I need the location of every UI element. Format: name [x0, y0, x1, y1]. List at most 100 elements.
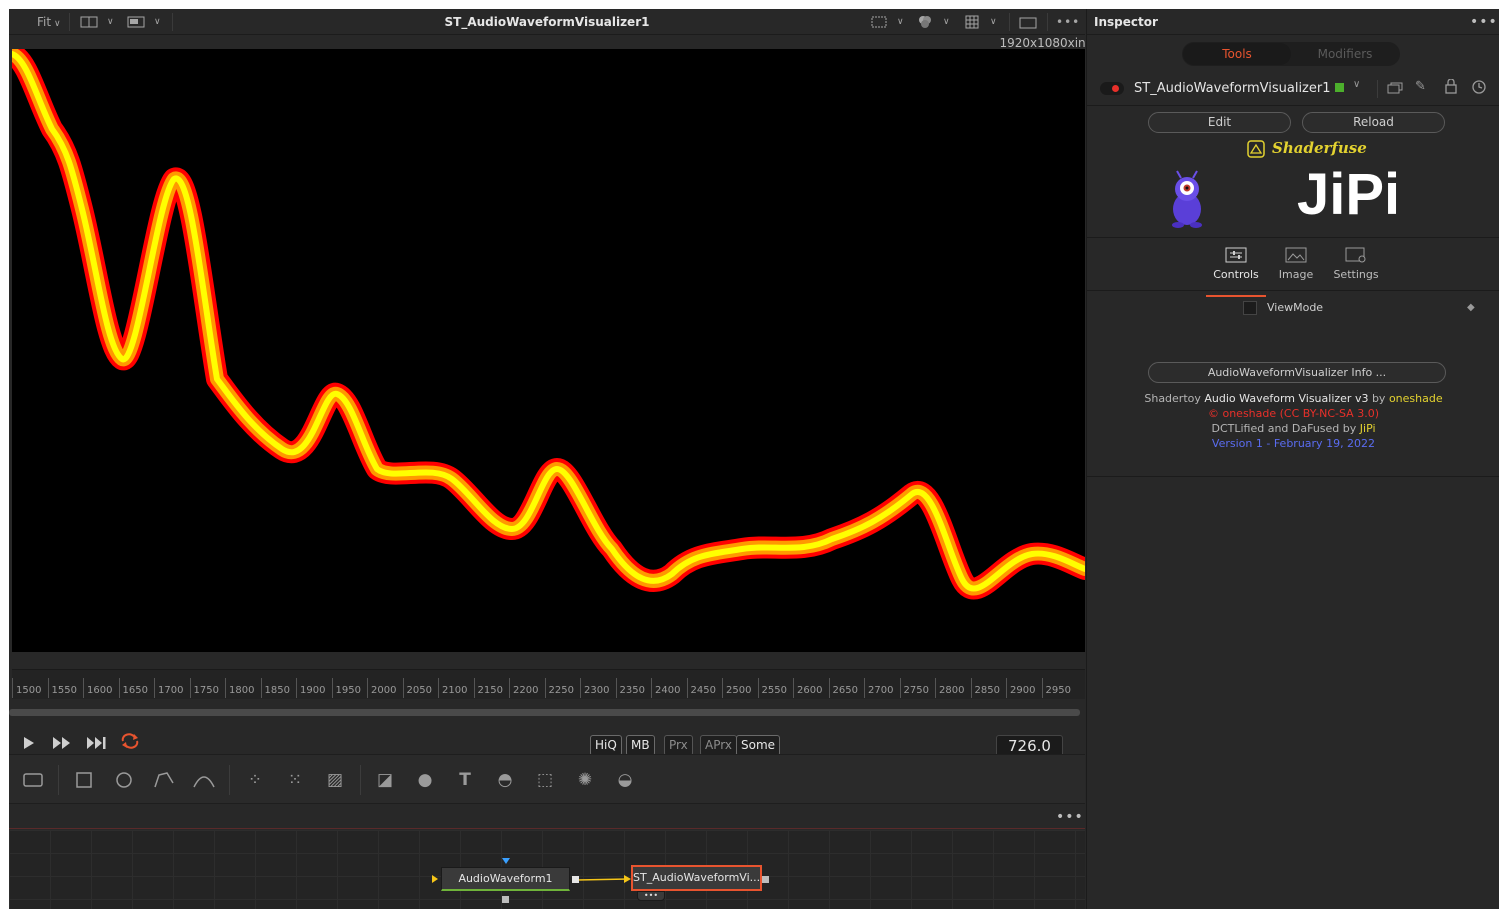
image-plane-3d-icon[interactable]: ◪: [371, 767, 399, 793]
mb-button[interactable]: MB: [626, 735, 655, 756]
node-audiowaveform1[interactable]: AudioWaveform1: [441, 867, 570, 891]
safe-frame-chevron-icon[interactable]: ∨: [897, 9, 904, 35]
background-tool-icon[interactable]: [19, 767, 47, 793]
ruler-tick: 2600: [793, 678, 822, 698]
viewer-options-icon[interactable]: •••: [1056, 9, 1080, 35]
ruler-tick: 2350: [615, 678, 645, 698]
ruler-tick: 2200: [509, 678, 538, 698]
renderer-3d-icon[interactable]: ◒: [611, 767, 639, 793]
grid-chevron-icon[interactable]: ∨: [990, 9, 997, 35]
info-line-3: DCTLified and DaFused by JiPi: [1211, 422, 1376, 435]
keyframe-diamond-icon[interactable]: ◆: [1467, 302, 1475, 313]
edit-button[interactable]: Edit: [1148, 112, 1291, 133]
modifiers-segment[interactable]: Modifiers: [1291, 43, 1399, 65]
active-tab-indicator: [1206, 295, 1266, 297]
inspector-panel: Inspector ••• Tools Modifiers ST_AudioWa…: [1086, 9, 1499, 909]
split-view-icon[interactable]: [80, 9, 98, 35]
node-editor-options-icon[interactable]: •••: [1056, 809, 1084, 825]
ruler-tick: 2550: [757, 678, 787, 698]
ruler-tick: 2400: [651, 678, 680, 698]
tool-color-swatch[interactable]: [1335, 83, 1344, 92]
camera-3d-icon[interactable]: ⬚: [531, 767, 559, 793]
ruler-tick: 2750: [899, 678, 929, 698]
ruler-tick: 2150: [473, 678, 503, 698]
ruler-tick: 2950: [1041, 678, 1071, 698]
color-channel-icon[interactable]: [917, 9, 933, 35]
info-line-2: © oneshade (CC BY-NC-SA 3.0): [1207, 407, 1379, 420]
ruler-tick: 1550: [47, 678, 77, 698]
ruler-tick: 1500: [12, 678, 41, 698]
ruler-tick: 2850: [970, 678, 1000, 698]
lock-icon[interactable]: [1445, 78, 1457, 98]
tools-segment[interactable]: Tools: [1183, 43, 1291, 65]
inspector-title: Inspector: [1087, 9, 1499, 35]
tool-header-row: ST_AudioWaveformVisualizer1 ∨ ✎: [1087, 75, 1499, 105]
ruler-tick: 1900: [296, 678, 325, 698]
time-ruler[interactable]: 1500 1550 1600 1650 1700 1750 1800 1850 1900 1950…: [12, 669, 1085, 699]
shaderfuse-label: Shaderfuse: [1272, 139, 1367, 157]
bspline-mask-icon[interactable]: [190, 767, 218, 793]
waveform-image: [9, 43, 1096, 600]
tab-settings-label: Settings: [1333, 268, 1379, 281]
ruler-tick: 2500: [722, 678, 751, 698]
light-3d-icon[interactable]: ✺: [571, 767, 599, 793]
ruler-tick: 1750: [189, 678, 219, 698]
version-icon[interactable]: [1387, 80, 1403, 99]
node-editor[interactable]: AudioWaveform1 ST_AudioWaveformVi... •••: [9, 830, 1085, 909]
roi-view-icon[interactable]: [127, 9, 145, 35]
particle-render-icon[interactable]: ⁙: [281, 767, 309, 793]
tools-toolbar: ⁘ ⁙ ▨ ◪ ● T ◓ ⬚ ✺ ◒: [9, 754, 1085, 804]
reload-button[interactable]: Reload: [1302, 112, 1445, 133]
ruler-tick: 1800: [225, 678, 254, 698]
node-st-audiowaveformvisualizer1[interactable]: ST_AudioWaveformVi...: [632, 866, 761, 890]
tool-enable-toggle[interactable]: [1100, 82, 1124, 95]
inspector-options-icon[interactable]: •••: [1470, 14, 1498, 30]
ruler-tick: 2300: [580, 678, 609, 698]
jipi-logo-text: JiPi: [1297, 162, 1401, 227]
color-channel-chevron-icon[interactable]: ∨: [943, 9, 950, 35]
polygon-mask-icon[interactable]: [150, 767, 178, 793]
particle-mesh-icon[interactable]: ▨: [321, 767, 349, 793]
time-scrubber[interactable]: [9, 709, 1080, 716]
jipi-mascot: [1167, 169, 1207, 233]
text-3d-icon[interactable]: T: [451, 767, 479, 793]
shaderfuse-banner: Shaderfuse JiPi: [1087, 139, 1499, 237]
ruler-tick: 1700: [154, 678, 183, 698]
particle-emitter-icon[interactable]: ⁘: [241, 767, 269, 793]
fullscreen-icon[interactable]: [1019, 9, 1037, 35]
some-button[interactable]: Some: [736, 735, 781, 756]
node-mask-input[interactable]: •••: [637, 891, 665, 901]
tool-color-chevron-icon[interactable]: ∨: [1353, 79, 1360, 90]
prx-button[interactable]: Prx: [664, 735, 693, 756]
safe-frame-icon[interactable]: [871, 9, 887, 35]
split-view-chevron-icon[interactable]: ∨: [107, 9, 114, 35]
ellipse-mask-icon[interactable]: [110, 767, 138, 793]
hiq-button[interactable]: HiQ: [590, 735, 622, 756]
reset-icon[interactable]: [1471, 79, 1487, 99]
grid-icon[interactable]: [965, 9, 979, 35]
aprx-button[interactable]: APrx: [700, 735, 737, 756]
fit-dropdown[interactable]: Fit ∨: [37, 9, 61, 35]
ruler-tick: 2800: [935, 678, 964, 698]
transport-bar: HiQ MB Prx APrx Some 726.0: [9, 719, 1085, 758]
ruler-tick: 2900: [1006, 678, 1035, 698]
viewmode-checkbox[interactable]: [1243, 301, 1257, 315]
roi-chevron-icon[interactable]: ∨: [154, 9, 161, 35]
waveform-outer: [9, 43, 1096, 600]
merge-3d-icon[interactable]: ◓: [491, 767, 519, 793]
rectangle-mask-icon[interactable]: [70, 767, 98, 793]
tab-controls-label: Controls: [1213, 268, 1259, 281]
info-line-1: Shadertoy Audio Waveform Visualizer v3 b…: [1144, 392, 1443, 405]
ruler-tick: 2650: [828, 678, 858, 698]
ruler-tick: 2000: [367, 678, 396, 698]
image-tab-icon: [1285, 247, 1307, 263]
ruler-tick: 1950: [331, 678, 361, 698]
info-button[interactable]: AudioWaveformVisualizer Info ...: [1148, 362, 1446, 383]
viewer-canvas[interactable]: [9, 43, 1096, 652]
fusion-app: ST_AudioWaveformVisualizer1 Fit ∨ ∨ ∨ ∨ …: [9, 9, 1499, 909]
shape-3d-icon[interactable]: ●: [411, 767, 439, 793]
ruler-tick: 2100: [438, 678, 467, 698]
viewmode-label: ViewMode: [1267, 301, 1324, 314]
ruler-tick: 1850: [260, 678, 290, 698]
pin-icon[interactable]: ✎: [1415, 79, 1426, 94]
